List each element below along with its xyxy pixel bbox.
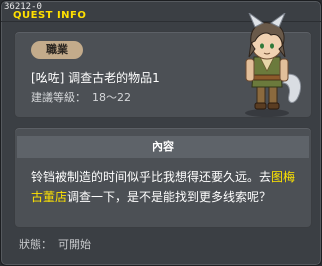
description-text-1: 铃铛被制造的时间似乎比我想得还要久远。去 <box>31 170 272 184</box>
quest-description: 铃铛被制造的时间似乎比我想得还要久远。去图梅古董店调查一下，是不是能找到更多线索… <box>31 167 301 207</box>
content-header: 內容 <box>17 136 309 158</box>
highlight-link-1[interactable]: 图梅 <box>271 170 295 184</box>
quest-name: [吆咗] 调查古老的物品1 <box>31 71 160 85</box>
quest-status: 狀態： 可開始 <box>19 238 97 252</box>
recommended-level: 建議等級： 18～22 <box>31 91 137 105</box>
status-value: 可開始 <box>58 238 91 251</box>
level-range: 18～22 <box>92 91 131 104</box>
description-text-2: 调查一下，是不是能找到更多线索呢？ <box>67 190 272 204</box>
window-title: QUEST INFO <box>13 10 87 21</box>
character-avatar-icon <box>245 13 301 117</box>
level-label: 建議等級： <box>31 91 86 104</box>
quest-content-panel: 內容 铃铛被制造的时间似乎比我想得还要久远。去图梅古董店调查一下，是不是能找到更… <box>14 127 312 228</box>
quest-info-window: 36212-0 QUEST INFO 職業 [吆咗] 调查古老的物品1 建議等級… <box>0 0 322 266</box>
job-category-badge: 職業 <box>31 41 83 59</box>
highlight-link-2[interactable]: 古董店 <box>31 190 67 204</box>
status-label: 狀態： <box>19 238 52 251</box>
